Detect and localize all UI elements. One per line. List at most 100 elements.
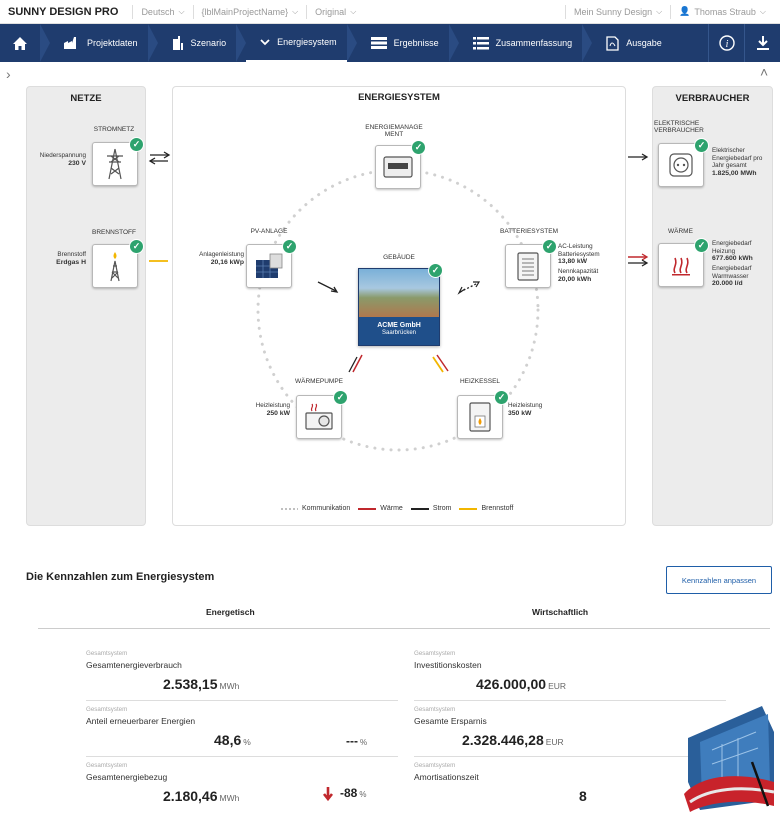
kpi-econ-1: Gesamtsystem Investitionskosten 426.000,… xyxy=(414,650,726,702)
kpi-category: Gesamtsystem xyxy=(86,706,128,713)
batterie-v1: 13,80 kW xyxy=(558,258,588,266)
kpi-energy-1: Gesamtsystem Gesamtenergieverbrauch 2.53… xyxy=(86,650,398,702)
legend-label: Kommunikation xyxy=(302,505,351,512)
kpi-col-energy: Energetisch xyxy=(206,607,255,617)
legend-fuel: Brennstoff xyxy=(459,505,513,512)
kpi-category: Gesamtsystem xyxy=(414,650,456,657)
heatpump-heat-line xyxy=(352,354,363,373)
kpi-separator xyxy=(414,700,726,701)
kpi-divider xyxy=(38,628,770,629)
waermepumpe-label: WÄRMEPUMPE xyxy=(294,378,344,385)
kpi-number: 2.180,46 xyxy=(163,788,218,804)
kpi-unit: EUR xyxy=(545,737,564,747)
pv-to-building-line xyxy=(317,281,337,292)
kpi-cmp-value: -88 xyxy=(340,786,358,801)
heizkessel-label: HEIZKESSEL xyxy=(459,378,501,385)
kpi-separator xyxy=(86,756,398,757)
kpi-title: Die Kennzahlen zum Energiesystem xyxy=(26,571,215,583)
kpi-number: 426.000,00 xyxy=(476,676,547,692)
kpi-number: 8 xyxy=(579,788,587,804)
waermepumpe-info: Heizleistung 250 kW xyxy=(230,402,290,418)
kpi-cmp-unit: % xyxy=(360,738,368,747)
pv-label: PV-ANLAGE xyxy=(250,228,288,235)
building-city: Saarbrücken xyxy=(381,330,417,336)
kpi-name: Gesamte Ersparnis xyxy=(414,716,487,726)
meter-icon xyxy=(383,156,413,178)
kpi-category: Gesamtsystem xyxy=(414,762,456,769)
heizkessel-info: Heizleistung 350 kW xyxy=(508,402,564,418)
kpi-unit: EUR xyxy=(548,681,567,691)
kpi-value: 2.328.446,28 EUR xyxy=(462,732,564,748)
heat-pump-icon xyxy=(305,403,333,430)
batterie-l2: Nennkapazität xyxy=(558,268,599,276)
kpi-value: 426.000,00 EUR xyxy=(476,676,566,692)
heizkessel-side-label: Heizleistung xyxy=(508,402,543,409)
kpi-value: 8 xyxy=(579,788,589,804)
legend-heat: Wärme xyxy=(358,505,403,512)
legend-swatch xyxy=(459,507,478,510)
kpi-separator xyxy=(414,756,726,757)
kpi-cmp-unit: % xyxy=(359,790,367,800)
kpi-energy-3: Gesamtsystem Gesamtenergiebezug 2.180,46… xyxy=(86,762,398,812)
batterie-info: AC-Leistung Batteriesystem 13,80 kW Nennka… xyxy=(558,243,622,284)
boiler-heat-line xyxy=(436,354,449,372)
solar-panel-icon xyxy=(256,253,283,278)
arrow-head xyxy=(457,286,466,295)
kpi-value: 2.180,46 MWh xyxy=(163,788,239,804)
waermepumpe-check-icon: ✓ xyxy=(333,390,348,405)
kpi-category: Gesamtsystem xyxy=(86,650,128,657)
kpi-value: 48,6% xyxy=(214,732,251,748)
pv-check-icon: ✓ xyxy=(282,239,297,254)
kpi-econ-3: Gesamtsystem Amortisationszeit 8 xyxy=(414,762,726,812)
legend-swatch xyxy=(358,507,377,510)
battery-icon xyxy=(517,252,539,281)
legend-swatch xyxy=(410,507,429,510)
boiler-fuel-line xyxy=(432,356,444,373)
kpi-number: 2.328.446,28 xyxy=(462,732,544,748)
pv-info: Anlagenleistung 20,16 kWp xyxy=(180,251,244,267)
waermepumpe-side-value: 250 kW xyxy=(266,409,290,417)
kpi-comparison: -88% xyxy=(322,786,366,802)
energiemanagement-label: ENERGIEMANAGE MENT xyxy=(365,124,423,139)
kpi-number: 2.538,15 xyxy=(163,676,218,692)
kpi-category: Gesamtsystem xyxy=(414,706,456,713)
kpi-name: Investitionskosten xyxy=(414,660,482,670)
kpi-name: Amortisationszeit xyxy=(414,772,479,782)
gebaeude-node[interactable]: ACME GmbH Saarbrücken xyxy=(358,268,440,346)
kpi-unit: % xyxy=(243,737,251,747)
arrow-down-icon xyxy=(322,787,334,802)
legend-swatch xyxy=(280,507,298,510)
batterie-l1: AC-Leistung Batteriesystem xyxy=(558,243,600,258)
legend-communication: Kommunikation xyxy=(280,505,350,512)
energiemanagement-check-icon: ✓ xyxy=(411,140,426,155)
heizkessel-side-value: 350 kW xyxy=(508,409,532,417)
gebaeude-label: GEBÄUDE xyxy=(383,254,415,261)
gebaeude-check-icon: ✓ xyxy=(428,263,443,278)
waermepumpe-side-label: Heizleistung xyxy=(255,402,290,409)
batterie-check-icon: ✓ xyxy=(542,239,557,254)
kpi-unit: MWh xyxy=(219,681,240,691)
heatpump-power-line xyxy=(348,356,358,373)
legend-label: Brennstoff xyxy=(481,505,514,512)
pv-side-value: 20,16 kWp xyxy=(210,258,244,266)
kpi-econ-2: Gesamtsystem Gesamte Ersparnis 2.328.446… xyxy=(414,706,726,758)
kpi-name: Gesamtenergieverbrauch xyxy=(86,660,182,670)
app-logo-icon xyxy=(684,706,775,812)
building-image xyxy=(359,269,439,317)
kpi-comparison: ---% xyxy=(346,734,367,748)
batterie-label: BATTERIESYSTEM xyxy=(499,228,559,235)
adjust-kpi-button[interactable]: Kennzahlen anpassen xyxy=(666,566,772,594)
kpi-cmp-value: --- xyxy=(346,734,358,748)
building-name: ACME GmbH xyxy=(377,322,421,329)
kpi-unit: MWh xyxy=(219,793,240,803)
heizkessel-check-icon: ✓ xyxy=(494,390,509,405)
boiler-icon xyxy=(469,402,491,432)
batterie-v2: 20,00 kWh xyxy=(558,275,592,283)
legend-power: Strom xyxy=(410,505,451,512)
flow-legend: Kommunikation Wärme Strom Brennstoff xyxy=(280,505,521,512)
kpi-col-econ: Wirtschaftlich xyxy=(532,607,589,617)
pv-side-label: Anlagenleistung xyxy=(199,251,244,258)
kpi-energy-2: Gesamtsystem Anteil erneuerbarer Energie… xyxy=(86,706,398,758)
kpi-separator xyxy=(86,700,398,701)
legend-label: Wärme xyxy=(380,505,403,512)
